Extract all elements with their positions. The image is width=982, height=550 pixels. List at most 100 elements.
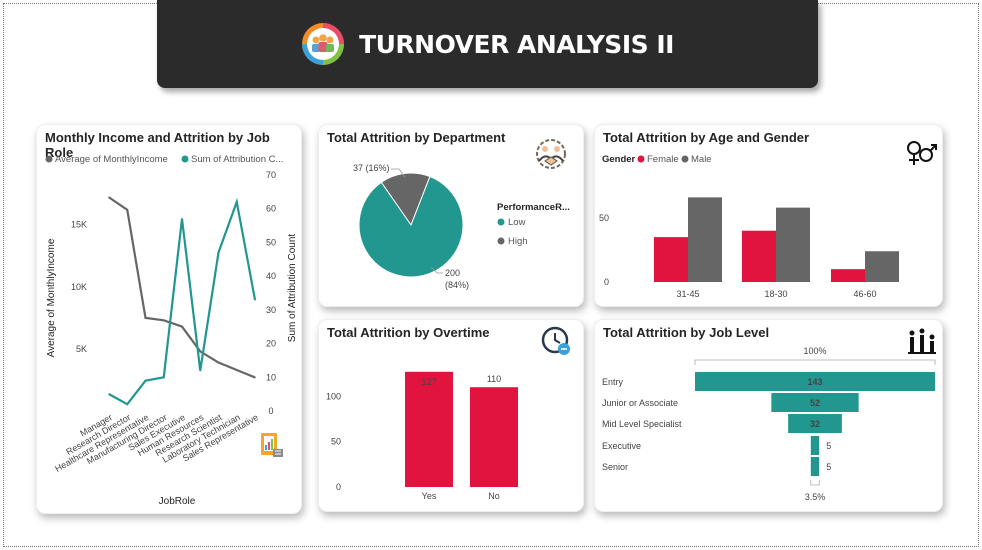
age-gender-bar-chart[interactable]: Gender Female Male 0 50 31-45 18-30 46-60 bbox=[595, 125, 943, 307]
legend-label-income: Average of MonthlyIncome bbox=[55, 154, 168, 165]
bar-female bbox=[831, 269, 865, 282]
x-axis-title: JobRole bbox=[159, 496, 196, 507]
point-attrition bbox=[144, 379, 147, 382]
category-tick-label: 18-30 bbox=[764, 289, 787, 299]
category-label: Entry bbox=[602, 377, 624, 387]
point-income bbox=[217, 361, 220, 364]
right-axis-tick: 10 bbox=[266, 372, 276, 382]
funnel-bar bbox=[810, 457, 820, 476]
funnel-data-label: 32 bbox=[810, 419, 820, 429]
point-attrition bbox=[254, 298, 256, 301]
category-tick-label: No bbox=[488, 491, 500, 501]
bar-male bbox=[865, 251, 899, 282]
point-income bbox=[199, 350, 202, 353]
point-income bbox=[254, 376, 256, 379]
left-axis-tick: 10K bbox=[71, 282, 87, 292]
pie-label-low-pct: (84%) bbox=[445, 280, 469, 290]
bar-female bbox=[742, 230, 776, 282]
legend-marker-high bbox=[497, 237, 505, 245]
funnel-bottom-label: 3.5% bbox=[805, 492, 826, 502]
category-label: Mid Level Specialist bbox=[602, 419, 682, 429]
y-axis-tick: 0 bbox=[336, 482, 341, 492]
funnel-top-bracket bbox=[694, 359, 936, 365]
hierarchy-icon bbox=[908, 328, 936, 354]
card-department[interactable]: Total Attrition by Department 37 (16%) 20… bbox=[318, 124, 584, 307]
left-axis-title: Average of MonthlyIncome bbox=[46, 238, 57, 357]
legend-label-male: Male bbox=[691, 154, 712, 165]
report-icon bbox=[261, 433, 283, 457]
category-label: Junior or Associate bbox=[602, 398, 678, 408]
y-axis-tick: 50 bbox=[331, 437, 341, 447]
legend-marker-income bbox=[45, 155, 53, 163]
right-axis-tick: 30 bbox=[266, 305, 276, 315]
y-axis-tick: 100 bbox=[326, 391, 341, 401]
category-tick-label: Yes bbox=[422, 491, 437, 501]
page-title: TURNOVER ANALYSIS II bbox=[359, 29, 674, 59]
card-age-gender[interactable]: Total Attrition by Age and Gender Gender… bbox=[594, 124, 943, 307]
category-label: Executive bbox=[602, 441, 641, 451]
legend-marker-male bbox=[681, 155, 689, 163]
legend-label-female: Female bbox=[647, 154, 679, 165]
point-attrition bbox=[181, 218, 183, 220]
funnel-bar bbox=[810, 436, 820, 455]
point-attrition bbox=[126, 403, 129, 406]
funnel-bottom-bracket bbox=[810, 480, 820, 486]
handshake-icon bbox=[536, 139, 566, 169]
point-attrition bbox=[199, 369, 202, 372]
legend-marker-low bbox=[497, 218, 505, 226]
gender-icon bbox=[907, 141, 937, 165]
category-tick-label: 46-60 bbox=[853, 289, 876, 299]
funnel-data-label: 52 bbox=[810, 398, 820, 408]
legend-title: PerformanceR... bbox=[497, 202, 570, 213]
card-overtime[interactable]: Total Attrition by Overtime 0 50 100 127 Yes… bbox=[318, 319, 584, 512]
point-income bbox=[108, 196, 110, 199]
right-axis-tick: 70 bbox=[266, 170, 276, 180]
bar-yes bbox=[405, 371, 453, 487]
bar-female bbox=[654, 237, 688, 282]
bar-male bbox=[688, 197, 722, 282]
bar-no bbox=[470, 387, 518, 487]
point-attrition bbox=[235, 201, 238, 203]
point-attrition bbox=[108, 393, 110, 395]
legend-label-attrition: Sum of Attribution C... bbox=[191, 154, 283, 165]
title-banner: TURNOVER ANALYSIS II bbox=[157, 0, 818, 88]
funnel-data-label: 5 bbox=[826, 441, 831, 451]
left-axis-tick: 5K bbox=[76, 344, 87, 354]
funnel-top-label: 100% bbox=[803, 346, 826, 356]
point-income bbox=[144, 317, 147, 319]
y-axis-tick: 50 bbox=[599, 213, 609, 223]
dashboard: TURNOVER ANALYSIS II Monthly Income and … bbox=[0, 0, 982, 550]
bar-male bbox=[776, 207, 810, 282]
point-attrition bbox=[162, 376, 165, 379]
legend-title: Gender bbox=[602, 154, 636, 165]
right-axis-tick: 40 bbox=[266, 271, 276, 281]
team-icon bbox=[302, 23, 345, 65]
right-axis-tick: 0 bbox=[268, 406, 273, 416]
point-income bbox=[235, 369, 238, 371]
right-axis-tick: 50 bbox=[266, 237, 276, 247]
funnel-data-label: 5 bbox=[826, 462, 831, 472]
funnel-data-label: 143 bbox=[807, 377, 822, 387]
clock-icon bbox=[541, 326, 570, 355]
point-attrition bbox=[217, 251, 220, 254]
data-label-yes: 127 bbox=[421, 377, 436, 387]
left-axis-tick: 15K bbox=[71, 220, 87, 230]
point-income bbox=[162, 319, 165, 322]
legend-label-low: Low bbox=[508, 217, 526, 228]
right-axis-tick: 60 bbox=[266, 204, 276, 214]
data-label-no: 110 bbox=[487, 374, 501, 384]
legend-marker-female bbox=[637, 155, 645, 163]
job-level-funnel-chart[interactable]: 100% Entry 143 Junior or Associate 52 Mid Lev… bbox=[595, 320, 943, 512]
point-income bbox=[126, 208, 129, 211]
category-label: Senior bbox=[602, 462, 628, 472]
category-tick-label: 31-45 bbox=[676, 289, 699, 299]
legend-marker-attrition bbox=[181, 155, 189, 163]
right-axis-title: Sum of Attribution Count bbox=[287, 234, 298, 343]
card-job-role[interactable]: Monthly Income and Attrition by Job Role… bbox=[36, 124, 302, 514]
y-axis-tick: 0 bbox=[604, 277, 609, 287]
right-axis-tick: 20 bbox=[266, 339, 276, 349]
pie-label-low: 200 bbox=[445, 268, 460, 278]
card-job-level[interactable]: Total Attrition by Job Level 100% Entry 14… bbox=[594, 319, 943, 512]
point-income bbox=[181, 325, 183, 328]
legend-label-high: High bbox=[508, 236, 528, 247]
